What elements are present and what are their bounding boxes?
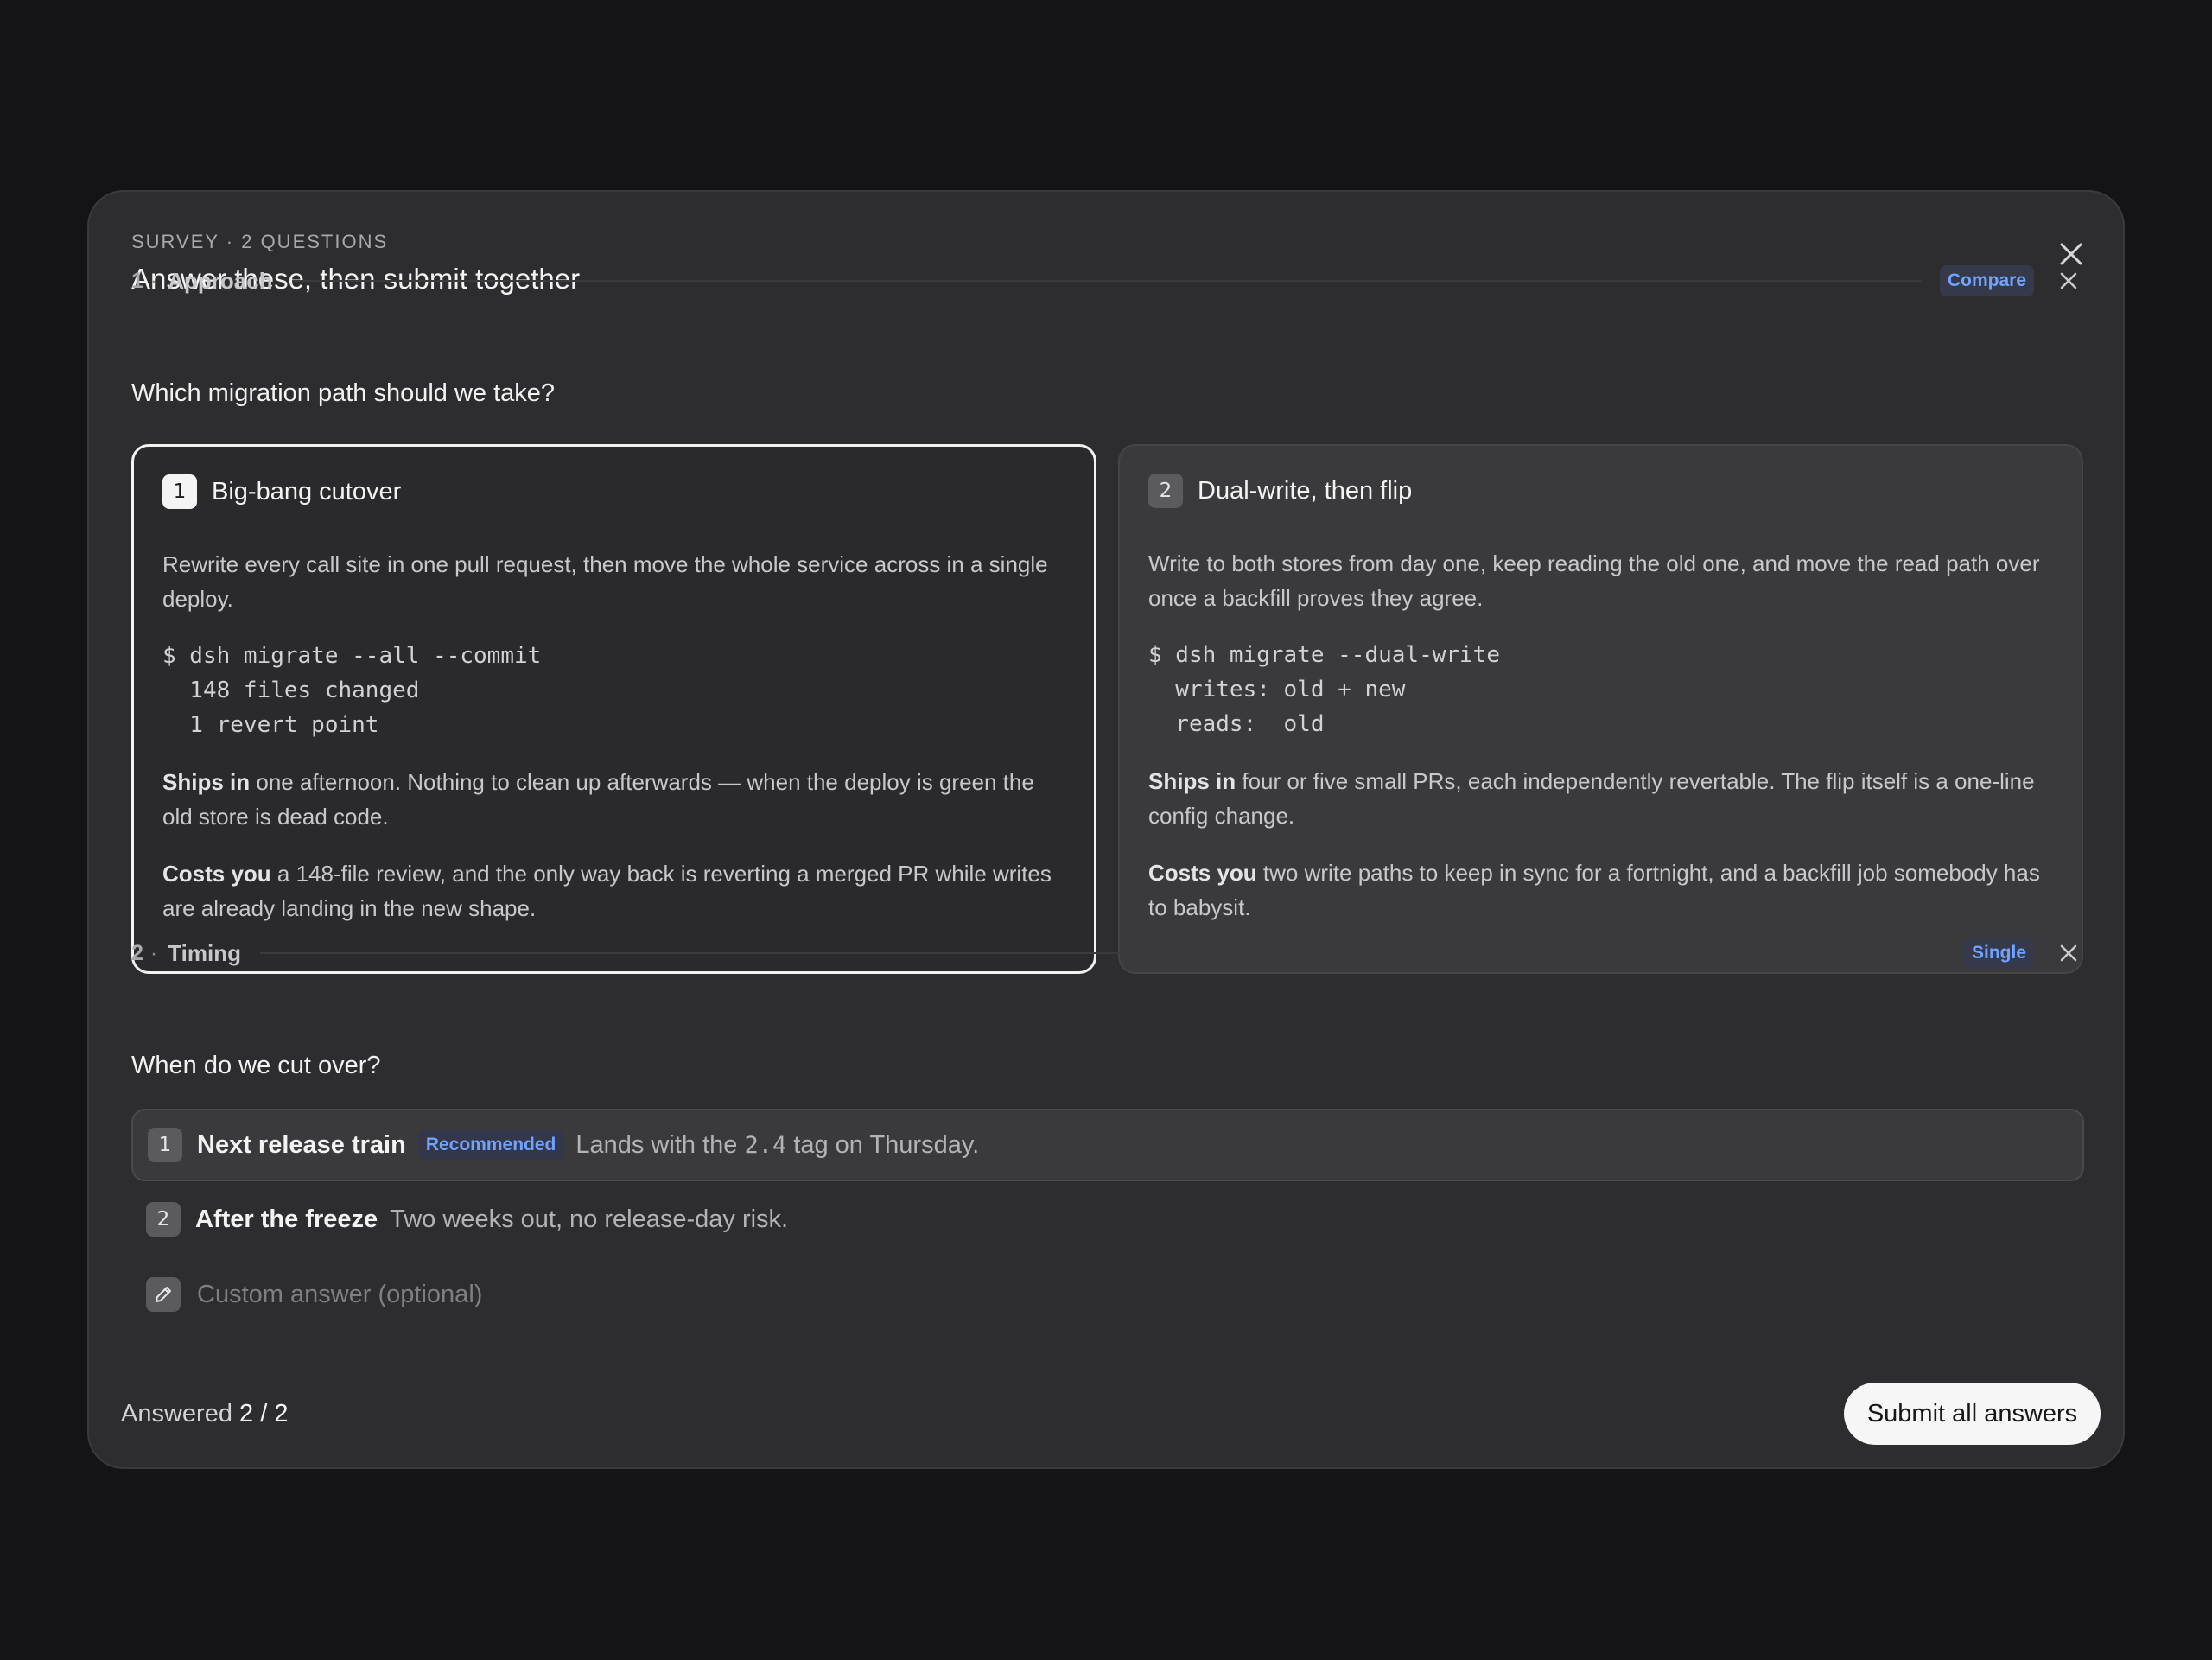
survey-eyebrow: SURVEY · 2 QUESTIONS	[131, 231, 389, 252]
timing-option-after-freeze[interactable]: 2 After the freeze Two weeks out, no rel…	[131, 1183, 2084, 1256]
option-card-dual-write[interactable]: 2 Dual-write, then flip Write to both st…	[1118, 444, 2083, 974]
question-2-section: Timing	[168, 939, 241, 966]
remove-question-2-button[interactable]	[2053, 938, 2084, 969]
question-2-number: 2	[131, 940, 143, 965]
option-number-badge: 1	[162, 474, 197, 509]
question-1-number: 1	[131, 268, 143, 293]
answered-status: Answered 2 / 2	[121, 1400, 288, 1428]
desc-text: Lands with the	[575, 1130, 738, 1159]
card-content: Write to both stores from day one, keep …	[1148, 546, 2047, 925]
ships-in-text: Ships in one afternoon. Nothing to clean…	[162, 765, 1059, 834]
timing-option-next-release[interactable]: 1 Next release train Recommended Lands w…	[131, 1109, 2084, 1181]
question-1-separator: ·	[149, 268, 158, 293]
ships-in-label: Ships in	[162, 769, 251, 795]
code-snippet: $ dsh migrate --dual-write writes: old +…	[1148, 642, 1500, 737]
mode-badge-single: Single	[1963, 938, 2034, 969]
costs-you-text: Costs you a 148-file review, and the onl…	[162, 856, 1059, 925]
option-description: Lands with the 2.4 tag on Thursday.	[575, 1131, 979, 1160]
ships-in-value: four or five small PRs, each independent…	[1148, 768, 2035, 829]
question-1-section: Approach	[168, 267, 273, 294]
option-number-badge: 1	[148, 1128, 182, 1162]
option-label: Next release train	[197, 1130, 406, 1159]
close-icon	[2060, 272, 2077, 289]
code-snippet: $ dsh migrate --all --commit 148 files c…	[162, 643, 542, 738]
option-description: Two weeks out, no release-day risk.	[390, 1205, 789, 1233]
question-2-prompt: When do we cut over?	[131, 1052, 381, 1079]
option-card-big-bang[interactable]: 1 Big-bang cutover Rewrite every call si…	[131, 444, 1096, 974]
option-number-badge: 2	[146, 1202, 181, 1237]
option-label: After the freeze	[195, 1205, 378, 1233]
submit-all-answers-button[interactable]: Submit all answers	[1844, 1383, 2101, 1445]
costs-you-label: Costs you	[162, 861, 271, 887]
ships-in-value: one afternoon. Nothing to clean up after…	[162, 769, 1034, 830]
custom-answer-input[interactable]	[195, 1279, 1236, 1310]
ships-in-text: Ships in four or five small PRs, each in…	[1148, 764, 2047, 833]
remove-question-1-button[interactable]	[2053, 265, 2084, 296]
option-description: Rewrite every call site in one pull requ…	[162, 551, 1048, 612]
question-1-header: 1 · Approach Compare	[131, 264, 2084, 298]
version-code: 2.4	[744, 1131, 787, 1159]
costs-you-label: Costs you	[1148, 860, 1257, 886]
option-number-badge: 2	[1148, 474, 1183, 508]
close-icon	[2060, 944, 2077, 962]
question-1-prompt: Which migration path should we take?	[131, 379, 556, 407]
answered-count: 2 / 2	[239, 1400, 289, 1428]
costs-you-value: two write paths to keep in sync for a fo…	[1148, 860, 2040, 920]
question-2-separator: ·	[149, 940, 158, 965]
custom-answer-row[interactable]	[131, 1258, 2084, 1331]
card-header: 2 Dual-write, then flip	[1148, 474, 1412, 508]
costs-you-value: a 148-file review, and the only way back…	[162, 861, 1052, 921]
card-content: Rewrite every call site in one pull requ…	[162, 547, 1059, 925]
option-title: Dual-write, then flip	[1198, 476, 1413, 505]
recommended-badge: Recommended	[417, 1130, 564, 1160]
answered-label: Answered	[121, 1400, 232, 1428]
option-title: Big-bang cutover	[212, 477, 402, 506]
card-header: 1 Big-bang cutover	[162, 474, 401, 509]
ships-in-label: Ships in	[1148, 768, 1236, 794]
question-2-header: 2 · Timing Single	[131, 936, 2084, 970]
option-description: Write to both stores from day one, keep …	[1148, 550, 2040, 611]
divider	[259, 952, 1945, 954]
divider	[291, 280, 1921, 282]
pencil-icon	[146, 1277, 181, 1312]
survey-dialog: SURVEY · 2 QUESTIONS Answer these, then …	[87, 190, 2125, 1469]
costs-you-text: Costs you two write paths to keep in syn…	[1148, 855, 2047, 925]
mode-badge-compare: Compare	[1939, 265, 2034, 296]
desc-text: tag on Thursday.	[793, 1130, 980, 1159]
